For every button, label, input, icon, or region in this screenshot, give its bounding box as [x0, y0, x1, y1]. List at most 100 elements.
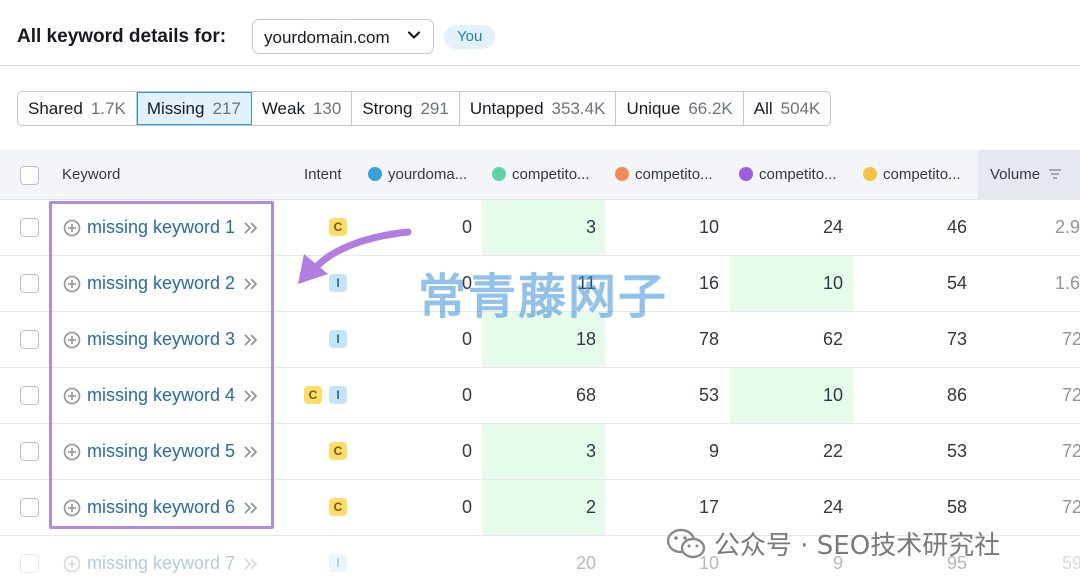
domain-select[interactable]: yourdomain.com — [252, 19, 434, 54]
competitor-position: 24 — [822, 217, 843, 237]
competitor-position: 3 — [585, 441, 596, 461]
competitor-position: 10 — [822, 273, 843, 293]
competitor-position: 73 — [946, 329, 967, 349]
intent-column-header[interactable]: Intent — [304, 166, 342, 183]
filter-tab-count: 217 — [212, 98, 241, 118]
wechat-label: 公众号 · SEO技术研究社 — [714, 531, 1001, 561]
row-checkbox[interactable] — [20, 554, 39, 573]
filter-tab-unique[interactable]: Unique 66.2K — [616, 92, 744, 125]
volume-value: 720 — [1061, 329, 1080, 349]
intent-informational-badge: I — [329, 330, 347, 348]
competitor1-column-label: competito... — [512, 166, 590, 183]
competitor-position: 58 — [946, 497, 967, 517]
row-checkbox[interactable] — [20, 498, 39, 517]
double-chevron-right-icon[interactable] — [243, 557, 259, 571]
filter-tab-missing[interactable]: Missing 217 — [136, 92, 252, 125]
filter-tab-shared[interactable]: Shared 1.7K — [18, 92, 137, 125]
volume-value: 720 — [1061, 385, 1080, 405]
intent-informational-badge: I — [329, 554, 347, 572]
intent-commercial-badge: C — [329, 498, 347, 516]
filter-tab-strong[interactable]: Strong 291 — [352, 92, 460, 125]
volume-column-header[interactable]: Volume — [990, 166, 1062, 183]
row-checkbox[interactable] — [20, 330, 39, 349]
filter-tab-all[interactable]: All 504K — [744, 92, 831, 125]
wechat-icon — [666, 528, 706, 558]
competitor4-dot — [863, 167, 877, 181]
competitor3-column-header[interactable]: competito... — [739, 166, 837, 183]
keyword-column-header[interactable]: Keyword — [62, 166, 120, 183]
volume-value: 590 — [1061, 553, 1080, 573]
intent-commercial-badge: C — [329, 442, 347, 460]
filter-tab-count: 1.7K — [90, 98, 126, 118]
competitor1-dot — [492, 167, 506, 181]
volume-value: 2.9K — [1054, 217, 1080, 237]
intent-commercial-badge: C — [304, 386, 322, 404]
pointer-arrow-icon — [298, 228, 412, 284]
competitor-position: 53 — [946, 441, 967, 461]
page-header: All keyword details for: yourdomain.com … — [0, 0, 1080, 66]
domain-position: 0 — [461, 329, 472, 349]
filter-tab-label: Untapped — [469, 98, 544, 118]
filter-tab-count: 353.4K — [551, 98, 606, 118]
volume-value: 1.6K — [1054, 273, 1080, 293]
volume-column-label: Volume — [990, 166, 1041, 183]
competitor-position: 53 — [698, 385, 719, 405]
filter-tabs: Shared 1.7K Missing 217 Weak 130 Strong 291 Unta… — [17, 91, 832, 126]
competitor3-dot — [739, 167, 753, 181]
row-checkbox[interactable] — [20, 274, 39, 293]
filter-tab-untapped[interactable]: Untapped 353.4K — [460, 92, 617, 125]
competitor3-column-label: competito... — [759, 166, 837, 183]
filter-tab-count: 66.2K — [688, 98, 733, 118]
row-checkbox[interactable] — [20, 442, 39, 461]
competitor-position: 16 — [698, 273, 719, 293]
competitor-position: 46 — [946, 217, 967, 237]
domain-column-label: yourdoma... — [388, 166, 468, 183]
competitor-position: 20 — [575, 553, 596, 573]
watermark-text: 常青藤网子 — [418, 269, 669, 325]
competitor-position: 54 — [946, 273, 967, 293]
filter-tab-count: 130 — [312, 98, 342, 118]
competitor2-column-header[interactable]: competito... — [615, 166, 713, 183]
competitor-position: 78 — [698, 329, 719, 349]
competitor-position: 86 — [946, 385, 967, 405]
keyword-highlight-box — [49, 201, 274, 529]
filter-tab-label: Strong — [362, 98, 413, 118]
competitor-position: 22 — [822, 441, 843, 461]
competitor-position: 3 — [585, 217, 596, 237]
select-all-checkbox[interactable] — [20, 166, 39, 185]
domain-position: 0 — [461, 385, 472, 405]
chevron-down-icon — [407, 31, 421, 39]
filter-tab-label: Shared — [28, 98, 83, 118]
domain-column-header[interactable]: yourdoma... — [368, 166, 467, 183]
filter-tab-label: Weak — [261, 98, 305, 118]
competitor-position: 2 — [585, 497, 596, 517]
sort-icon — [1049, 169, 1062, 179]
domain-position: 0 — [461, 441, 472, 461]
domain-select-value: yourdomain.com — [264, 28, 390, 47]
filter-tab-count: 504K — [780, 98, 821, 118]
competitor-position: 68 — [575, 385, 596, 405]
competitor4-column-label: competito... — [883, 166, 961, 183]
keyword-link[interactable]: missing keyword 7 — [63, 553, 259, 574]
filter-tab-label: All — [753, 98, 773, 118]
volume-value: 720 — [1061, 497, 1080, 517]
competitor-position: 24 — [822, 497, 843, 517]
competitor-position: 18 — [575, 329, 596, 349]
domain-dot — [368, 167, 382, 181]
add-circle-icon[interactable] — [63, 555, 81, 573]
filter-tab-label: Unique — [626, 98, 681, 118]
competitor4-column-header[interactable]: competito... — [863, 166, 961, 183]
competitor2-column-label: competito... — [635, 166, 713, 183]
page-title: All keyword details for: — [17, 26, 227, 47]
competitor-position: 9 — [708, 441, 719, 461]
competitor1-column-header[interactable]: competito... — [492, 166, 590, 183]
competitor-position: 10 — [822, 385, 843, 405]
you-badge: You — [444, 25, 496, 49]
filter-tab-label: Missing — [146, 98, 205, 118]
row-checkbox[interactable] — [20, 218, 39, 237]
keyword-text: missing keyword 7 — [87, 553, 236, 573]
volume-value: 720 — [1061, 441, 1080, 461]
row-checkbox[interactable] — [20, 386, 39, 405]
wechat-watermark: 公众号 · SEO技术研究社 — [666, 525, 1000, 562]
filter-tab-weak[interactable]: Weak 130 — [252, 92, 353, 125]
